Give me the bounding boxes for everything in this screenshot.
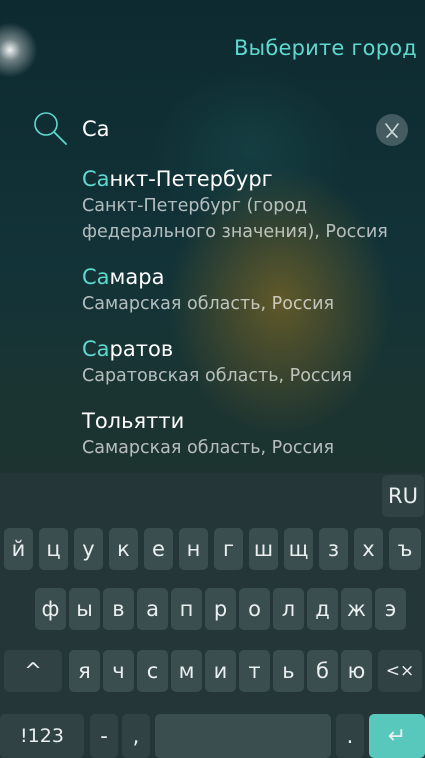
key[interactable]: в [103, 588, 134, 630]
key[interactable]: х [354, 528, 383, 570]
result-name: Самара [82, 265, 165, 289]
key[interactable]: т [239, 650, 270, 692]
result-item[interactable]: Тольятти Самарская область, Россия [82, 407, 422, 461]
key[interactable]: с [137, 650, 168, 692]
key[interactable]: у [74, 528, 103, 570]
key[interactable]: г [214, 528, 243, 570]
result-region: Самарская область, Россия [82, 294, 335, 314]
backspace-key[interactable]: <× [378, 650, 422, 692]
key[interactable]: д [307, 588, 338, 630]
enter-key[interactable]: ↵ [369, 714, 425, 758]
result-name: Тольятти [82, 409, 185, 433]
result-name: Саратов [82, 337, 174, 361]
city-picker-screen: Выберите город Санкт-Петербург Санкт-Пет… [0, 0, 425, 758]
result-region: Самарская область, Россия [82, 438, 335, 458]
key[interactable]: л [273, 588, 304, 630]
key[interactable]: ъ [389, 528, 421, 570]
key[interactable]: й [4, 528, 33, 570]
space-key[interactable] [155, 714, 331, 758]
language-key[interactable]: RU [382, 475, 424, 517]
key[interactable]: я [69, 650, 100, 692]
key[interactable]: щ [284, 528, 313, 570]
shift-key[interactable]: ^ [4, 650, 62, 692]
key[interactable]: ь [273, 650, 304, 692]
page-title: Выберите город [233, 36, 417, 60]
results-list: Санкт-Петербург Санкт-Петербург (город ф… [82, 165, 422, 479]
key[interactable]: э [375, 588, 406, 630]
key[interactable]: ж [341, 588, 372, 630]
key[interactable]: о [239, 588, 270, 630]
key[interactable]: ф [35, 588, 66, 630]
result-item[interactable]: Самара Самарская область, Россия [82, 263, 422, 317]
key[interactable]: и [205, 650, 236, 692]
result-name: Санкт-Петербург [82, 167, 273, 191]
key[interactable]: ш [249, 528, 278, 570]
search-icon [34, 112, 67, 145]
key[interactable]: ы [69, 588, 100, 630]
clear-search-button[interactable] [376, 114, 408, 146]
key[interactable]: н [179, 528, 208, 570]
key[interactable]: ю [341, 650, 372, 692]
symbols-key[interactable]: !123 [0, 714, 84, 758]
key[interactable]: з [319, 528, 348, 570]
key[interactable]: р [205, 588, 236, 630]
dash-key[interactable]: - [90, 714, 118, 758]
key[interactable]: б [307, 650, 338, 692]
light-glow [0, 20, 40, 80]
comma-key[interactable]: , [122, 714, 150, 758]
key[interactable]: ц [39, 528, 68, 570]
key[interactable]: к [109, 528, 138, 570]
search-input[interactable] [82, 114, 362, 144]
result-region: Санкт-Петербург (город федерального знач… [82, 196, 388, 242]
key[interactable]: п [171, 588, 202, 630]
on-screen-keyboard: RU й ц у к е н г ш щ з х ъ ф ы в а п р о… [0, 473, 425, 758]
result-item[interactable]: Саратов Саратовская область, Россия [82, 335, 422, 389]
result-region: Саратовская область, Россия [82, 366, 353, 386]
period-key[interactable]: . [336, 714, 364, 758]
key[interactable]: ч [103, 650, 134, 692]
key[interactable]: а [137, 588, 168, 630]
result-item[interactable]: Санкт-Петербург Санкт-Петербург (город ф… [82, 165, 422, 245]
key[interactable]: м [171, 650, 202, 692]
close-icon [385, 123, 399, 138]
key[interactable]: е [144, 528, 173, 570]
